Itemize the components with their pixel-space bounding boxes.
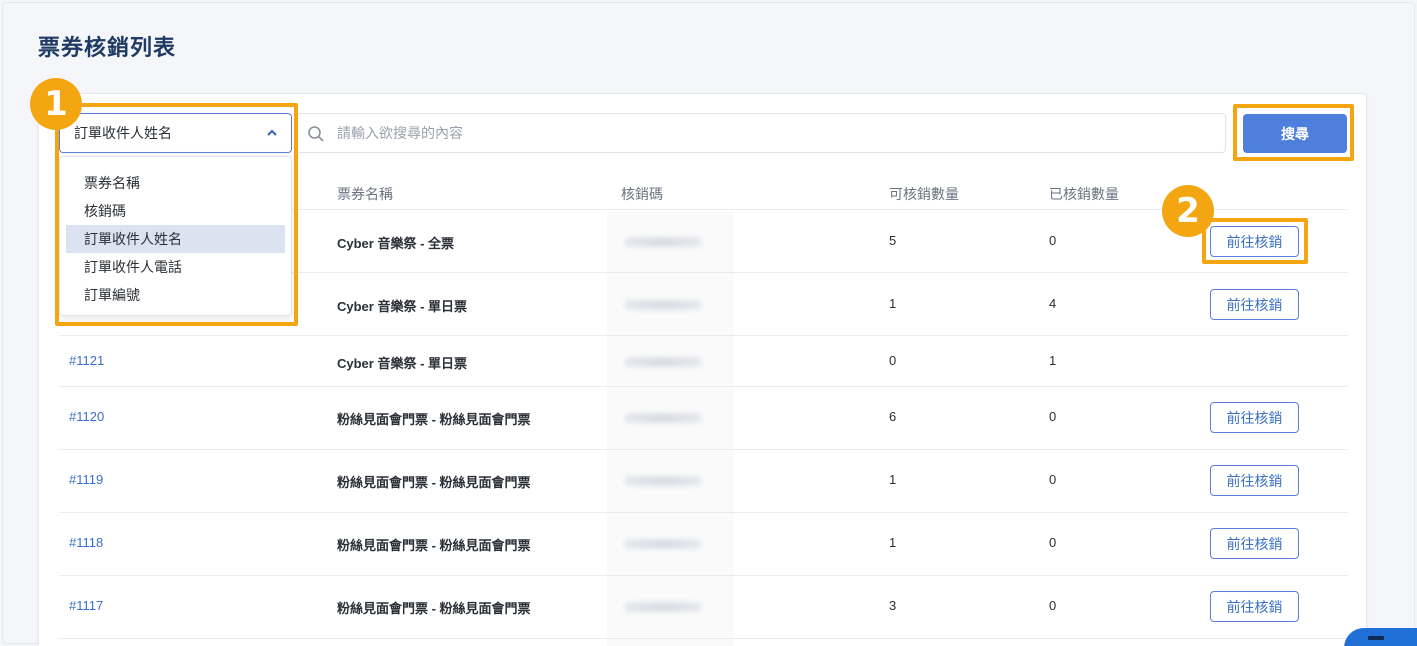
redeem-button[interactable]: 前往核銷 [1210, 226, 1299, 257]
redeem-button[interactable]: 前往核銷 [1210, 289, 1299, 320]
ticket-name-cell: Cyber 音樂祭 - 單日票 [337, 356, 468, 371]
used-count-cell: 0 [1049, 598, 1057, 613]
page-title: 票券核銷列表 [38, 35, 177, 60]
column-header-ticket-name: 票券名稱 [337, 186, 393, 202]
search-box [296, 113, 1226, 153]
filter-option-recipient-phone[interactable]: 訂單收件人電話 [66, 253, 285, 281]
ticket-name-cell: Cyber 音樂祭 - 全票 [337, 236, 455, 251]
redacted-code [624, 237, 702, 247]
used-count-cell: 0 [1049, 472, 1057, 487]
ticket-name-cell: Cyber 音樂祭 - 單日票 [337, 299, 468, 314]
chevron-up-icon [267, 129, 277, 136]
filter-option-order-number[interactable]: 訂單編號 [66, 281, 285, 309]
available-count-cell: 1 [889, 535, 897, 550]
row-divider [59, 575, 1348, 576]
redeem-button[interactable]: 前往核銷 [1210, 528, 1299, 559]
order-id-link[interactable]: #1118 [69, 535, 103, 550]
order-id-link[interactable]: #1120 [69, 409, 104, 424]
redeem-button[interactable]: 前往核銷 [1210, 402, 1299, 433]
filter-option-ticket-name[interactable]: 票券名稱 [66, 169, 285, 197]
available-count-cell: 5 [889, 233, 897, 248]
ticket-name-cell: 粉絲見面會門票 - 粉絲見面會門票 [337, 412, 531, 427]
available-count-cell: 3 [889, 598, 897, 613]
code-column-mask [607, 212, 734, 646]
filter-option-recipient-name[interactable]: 訂單收件人姓名 [66, 225, 285, 253]
ticket-name-cell: 粉絲見面會門票 - 粉絲見面會門票 [337, 538, 531, 553]
column-header-code: 核銷碼 [621, 186, 663, 202]
available-count-cell: 1 [889, 472, 897, 487]
row-divider [59, 512, 1348, 513]
redacted-code [624, 476, 702, 486]
step-badge-2: 2 [1162, 185, 1214, 237]
order-id-link[interactable]: #1121 [69, 353, 104, 368]
redacted-code [624, 357, 702, 367]
search-icon [308, 126, 324, 142]
available-count-cell: 6 [889, 409, 897, 424]
search-button[interactable]: 搜尋 [1243, 114, 1347, 153]
ticket-name-cell: 粉絲見面會門票 - 粉絲見面會門票 [337, 601, 531, 616]
filter-selected-value: 訂單收件人姓名 [74, 125, 172, 141]
redacted-code [624, 602, 702, 612]
chat-icon [1368, 636, 1384, 640]
search-input[interactable] [337, 125, 1225, 141]
redeem-button[interactable]: 前往核銷 [1210, 465, 1299, 496]
row-divider [59, 335, 1348, 336]
column-header-used: 已核銷數量 [1049, 186, 1119, 202]
row-divider [59, 449, 1348, 450]
chat-button[interactable] [1344, 628, 1417, 646]
row-divider [59, 386, 1348, 387]
filter-select[interactable]: 訂單收件人姓名 [59, 113, 292, 153]
row-divider [59, 638, 1348, 639]
used-count-cell: 4 [1049, 296, 1057, 311]
step-badge-1: 1 [30, 78, 82, 130]
filter-dropdown: 票券名稱 核銷碼 訂單收件人姓名 訂單收件人電話 訂單編號 [59, 156, 292, 316]
redacted-code [624, 413, 702, 423]
used-count-cell: 0 [1049, 233, 1057, 248]
filter-option-code[interactable]: 核銷碼 [66, 197, 285, 225]
redacted-code [624, 300, 702, 310]
used-count-cell: 0 [1049, 409, 1057, 424]
order-id-link[interactable]: #1119 [69, 472, 103, 487]
available-count-cell: 1 [889, 296, 897, 311]
used-count-cell: 1 [1049, 353, 1057, 368]
column-header-available: 可核銷數量 [889, 186, 959, 202]
redacted-code [624, 539, 702, 549]
ticket-name-cell: 粉絲見面會門票 - 粉絲見面會門票 [337, 475, 531, 490]
available-count-cell: 0 [889, 353, 897, 368]
order-id-link[interactable]: #1117 [69, 598, 103, 613]
used-count-cell: 0 [1049, 535, 1057, 550]
redeem-button[interactable]: 前往核銷 [1210, 591, 1299, 622]
